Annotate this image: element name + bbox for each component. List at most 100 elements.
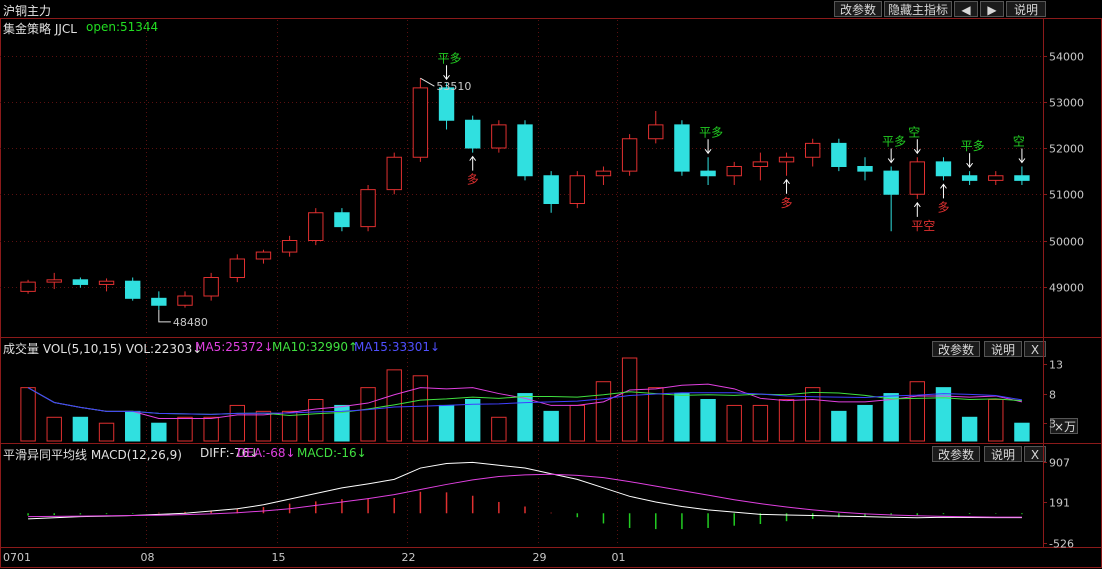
macd-tick-label: 907 xyxy=(1049,457,1070,470)
macd-tick-label: -526 xyxy=(1049,538,1074,551)
volume-bar xyxy=(229,404,246,442)
candle-body xyxy=(778,156,795,163)
candle-body xyxy=(255,251,272,260)
signal-label: 平空 xyxy=(911,219,935,233)
candle-body xyxy=(569,175,585,204)
volume-bar xyxy=(569,404,585,442)
candle-body xyxy=(909,161,925,195)
volume-bar xyxy=(465,399,481,442)
volume-bar xyxy=(700,399,716,442)
volume-bar xyxy=(883,393,899,442)
date-tick-label: 0701 xyxy=(3,551,31,564)
candle-body xyxy=(360,189,376,228)
low-price-label: 48480 xyxy=(173,316,208,329)
candle-body xyxy=(177,295,193,306)
volume-bar xyxy=(308,399,324,442)
volume-bar xyxy=(543,410,559,442)
candle-body xyxy=(46,279,62,283)
volume-bar xyxy=(805,387,821,442)
volume-bar xyxy=(857,404,873,442)
candle-body xyxy=(281,240,298,253)
macd-tick-label: 191 xyxy=(1049,497,1070,510)
candle-body xyxy=(935,161,952,177)
volume-bar xyxy=(20,387,36,442)
candle-body xyxy=(648,124,664,140)
volume-bar xyxy=(674,393,690,442)
high-pointer xyxy=(420,77,435,87)
price-tick-label: 54000 xyxy=(1049,51,1084,64)
candle-body xyxy=(308,212,324,241)
signal-label: 多 xyxy=(467,173,479,187)
volume-bar xyxy=(517,393,533,442)
price-tick-label: 50000 xyxy=(1049,236,1084,249)
volume-bar xyxy=(726,404,742,442)
candle-body xyxy=(726,166,742,177)
price-tick-label: 53000 xyxy=(1049,97,1084,110)
signal-label: 多 xyxy=(937,200,949,214)
price-tick-label: 52000 xyxy=(1049,143,1084,156)
volume-bar xyxy=(778,399,795,442)
volume-bar xyxy=(151,422,167,442)
candle-body xyxy=(1014,175,1030,181)
macd-series xyxy=(27,461,1023,530)
chart-frame xyxy=(0,18,1102,568)
volume-bar xyxy=(831,410,847,442)
volume-bar xyxy=(595,381,612,442)
date-tick-label: 01 xyxy=(612,551,626,564)
signal-label: 空 xyxy=(1013,135,1025,149)
candle-body xyxy=(961,175,978,181)
date-tick-label: 08 xyxy=(141,551,155,564)
candle-body xyxy=(491,124,507,149)
volume-tick-label: 3 xyxy=(1049,418,1056,431)
candle-body xyxy=(883,170,899,195)
volume-bar xyxy=(961,416,978,442)
volume-bar xyxy=(438,404,455,442)
date-tick-label: 15 xyxy=(272,551,286,564)
high-price-label: 53510 xyxy=(436,80,471,93)
candle-body xyxy=(98,280,115,285)
volume-bar xyxy=(988,399,1004,442)
volume-bar xyxy=(909,381,925,442)
candle-body xyxy=(465,119,481,149)
volume-tick-label: 13 xyxy=(1049,359,1063,372)
volume-tick-label: 8 xyxy=(1049,389,1056,402)
candle-body xyxy=(752,161,769,167)
candle-body xyxy=(125,280,141,299)
volume-bar xyxy=(255,410,272,442)
signal-label: 多 xyxy=(781,196,793,210)
candle-body xyxy=(386,156,402,191)
volume-bar xyxy=(752,404,769,442)
candle-body xyxy=(334,212,350,228)
candle-body xyxy=(72,279,89,285)
chart-canvas[interactable]: 平多多平多多平多空平空多平多空 540005300052000510005000… xyxy=(0,0,1102,569)
candle-body xyxy=(621,138,638,172)
signal-label: 平多 xyxy=(882,135,906,149)
candle-body xyxy=(517,124,533,177)
candle-body xyxy=(988,175,1004,181)
candle-body xyxy=(857,166,873,172)
volume-bar xyxy=(412,375,429,442)
volume-bar xyxy=(72,416,89,442)
volume-bar xyxy=(1014,422,1030,442)
candle-body xyxy=(595,170,612,177)
candle-body xyxy=(20,281,36,292)
grid-lines xyxy=(0,18,1102,568)
candle-body xyxy=(151,297,167,306)
volume-bar xyxy=(491,416,507,442)
candle-body xyxy=(805,142,821,158)
price-tick-label: 49000 xyxy=(1049,282,1084,295)
candle-body xyxy=(700,170,716,177)
axis-labels: 54000 53000 52000 51000 50000 49000 0701 08 15 22… xyxy=(3,51,1084,565)
signal-label: 平多 xyxy=(699,125,723,139)
volume-bar xyxy=(46,416,62,442)
volume-bar xyxy=(125,410,141,442)
candle-body xyxy=(831,142,847,167)
volume-bar xyxy=(648,387,664,442)
signal-label: 平多 xyxy=(438,51,462,65)
candle-body xyxy=(229,258,246,278)
date-tick-label: 29 xyxy=(533,551,547,564)
candle-body xyxy=(543,175,559,204)
volume-bar xyxy=(203,416,219,442)
volume-series xyxy=(20,357,1030,442)
price-tick-label: 51000 xyxy=(1049,189,1084,202)
